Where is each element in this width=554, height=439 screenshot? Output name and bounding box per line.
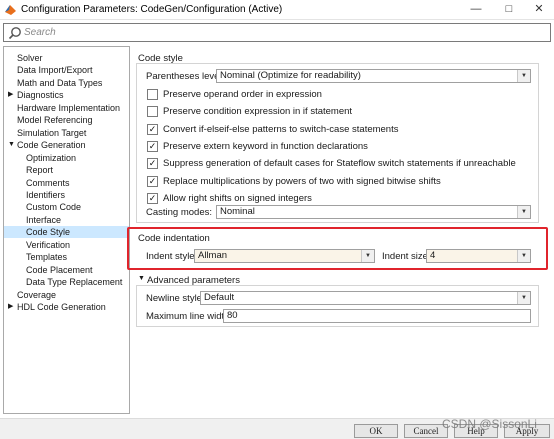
tree-item-label: Interface <box>26 214 62 225</box>
tree-item-label: Model Referencing <box>17 115 93 126</box>
parentheses-level-label: Parentheses level: <box>146 71 225 82</box>
window-title: Configuration Parameters: CodeGen/Config… <box>21 4 283 15</box>
code-indentation-section-title: Code indentation <box>138 233 210 244</box>
tree-item[interactable]: ▼ Code Generation <box>4 139 129 151</box>
max-line-width-input[interactable]: 80 <box>223 309 531 323</box>
tree-item[interactable]: Identifiers <box>4 189 129 201</box>
tree-item[interactable]: ▶ HDL Code Generation <box>4 301 129 313</box>
tree-item[interactable]: Code Placement <box>4 264 129 276</box>
checkbox-label: Replace multiplications by powers of two… <box>163 175 441 187</box>
parentheses-level-dropdown[interactable]: Nominal (Optimize for readability) ▼ <box>216 69 531 83</box>
tree-item[interactable]: Coverage <box>4 289 129 301</box>
maximize-button[interactable]: □ <box>495 0 523 20</box>
collapsed-arrow-icon[interactable]: ▶ <box>8 301 13 313</box>
chevron-down-icon: ▼ <box>517 292 530 304</box>
chevron-down-icon: ▼ <box>361 250 374 262</box>
tree-item[interactable]: Comments <box>4 177 129 189</box>
matlab-app-icon <box>5 5 16 15</box>
indent-style-label: Indent style: <box>146 251 198 262</box>
settings-pane: Code style Parentheses level: Nominal (O… <box>127 46 551 414</box>
tree-item-label: Diagnostics <box>17 90 64 101</box>
watermark: CSDN @SissonLi <box>442 417 537 431</box>
indent-style-dropdown[interactable]: Allman ▼ <box>194 249 375 263</box>
checkbox-unchecked[interactable] <box>147 89 158 100</box>
checkbox-label: Suppress generation of default cases for… <box>163 158 516 170</box>
tree-item-label: Data Import/Export <box>17 65 93 76</box>
tree-item-label: Simulation Target <box>17 127 87 138</box>
tree-item-label: Coverage <box>17 289 57 300</box>
search-icon <box>8 27 21 40</box>
checkbox-label: Allow right shifts on signed integers <box>163 192 312 204</box>
chevron-down-icon: ▼ <box>517 250 530 262</box>
tree-item-label: Optimization <box>26 152 77 163</box>
tree-item[interactable]: Data Type Replacement <box>4 276 129 288</box>
checkbox-checked[interactable]: ✓ <box>147 123 158 135</box>
max-line-width-value: 80 <box>227 310 238 321</box>
indent-size-label: Indent size: <box>382 251 431 262</box>
newline-style-label: Newline style: <box>146 293 205 304</box>
tree-item[interactable]: ▶ Diagnostics <box>4 89 129 101</box>
tree-item-label: Code Placement <box>26 264 93 275</box>
checkbox-checked[interactable]: ✓ <box>147 140 158 152</box>
tree-item[interactable]: Templates <box>4 251 129 263</box>
casting-modes-value: Nominal <box>220 206 255 217</box>
indent-size-value: 4 <box>430 250 436 261</box>
tree-item[interactable]: Solver <box>4 52 129 64</box>
tree-item-label: Report <box>26 165 54 176</box>
checkbox-label: Preserve extern keyword in function decl… <box>163 140 368 152</box>
checkbox-label: Preserve condition expression in if stat… <box>163 106 353 118</box>
collapsed-arrow-icon[interactable]: ▶ <box>8 89 13 101</box>
category-tree: Solver Data Import/Export Math and Data Ty… <box>3 46 130 414</box>
checkbox-label: Preserve operand order in expression <box>163 89 322 100</box>
ok-button[interactable]: OK <box>354 424 398 438</box>
chevron-down-icon: ▼ <box>517 70 530 82</box>
tree-item-label: Code Generation <box>17 140 86 151</box>
tree-item[interactable]: Math and Data Types <box>4 77 129 89</box>
tree-item-label: Custom Code <box>26 202 82 213</box>
checkbox-checked[interactable]: ✓ <box>147 175 158 187</box>
tree-item[interactable]: Code Style <box>4 226 129 239</box>
expanded-arrow-icon[interactable]: ▼ <box>8 139 15 151</box>
checkbox-checked[interactable]: ✓ <box>147 158 158 170</box>
search-input[interactable] <box>24 25 544 40</box>
search-bar[interactable] <box>3 23 551 42</box>
tree-item[interactable]: Model Referencing <box>4 114 129 126</box>
tree-item-label: Templates <box>26 252 68 263</box>
tree-item[interactable]: Hardware Implementation <box>4 102 129 114</box>
tree-item[interactable]: Simulation Target <box>4 127 129 139</box>
title-bar: Configuration Parameters: CodeGen/Config… <box>0 0 554 20</box>
tree-item-label: Identifiers <box>26 189 66 200</box>
casting-modes-dropdown[interactable]: Nominal ▼ <box>216 205 531 219</box>
tree-item[interactable]: Report <box>4 164 129 176</box>
indent-size-dropdown[interactable]: 4 ▼ <box>426 249 531 263</box>
indent-style-value: Allman <box>198 250 228 261</box>
tree-item-label: Code Style <box>26 227 71 238</box>
checkbox-checked[interactable]: ✓ <box>147 192 158 204</box>
casting-modes-label: Casting modes: <box>146 207 213 218</box>
tree-item-label: Data Type Replacement <box>26 277 123 288</box>
tree-item-label: Hardware Implementation <box>17 102 121 113</box>
tree-item[interactable]: Data Import/Export <box>4 64 129 76</box>
checkbox-unchecked[interactable] <box>147 106 158 118</box>
max-line-width-label: Maximum line width: <box>146 311 233 322</box>
minimize-button[interactable]: — <box>462 0 490 20</box>
tree-item-label: HDL Code Generation <box>17 302 106 312</box>
tree-item[interactable]: Interface <box>4 214 129 226</box>
newline-style-value: Default <box>204 292 235 303</box>
tree-item-label: Comments <box>26 177 70 188</box>
chevron-down-icon: ▼ <box>517 206 530 218</box>
tree-item[interactable]: Verification <box>4 239 129 251</box>
parentheses-level-value: Nominal (Optimize for readability) <box>220 70 361 81</box>
checkbox-label: Convert if-elseif-else patterns to switc… <box>163 123 399 135</box>
tree-item-label: Verification <box>26 239 71 250</box>
close-button[interactable]: ✕ <box>525 0 553 20</box>
tree-item-label: Solver <box>17 53 43 63</box>
expand-arrow-icon[interactable]: ▼ <box>138 275 145 282</box>
tree-item[interactable]: Optimization <box>4 152 129 164</box>
newline-style-dropdown[interactable]: Default ▼ <box>200 291 531 305</box>
tree-item[interactable]: Custom Code <box>4 201 129 213</box>
tree-item-label: Math and Data Types <box>17 77 103 88</box>
